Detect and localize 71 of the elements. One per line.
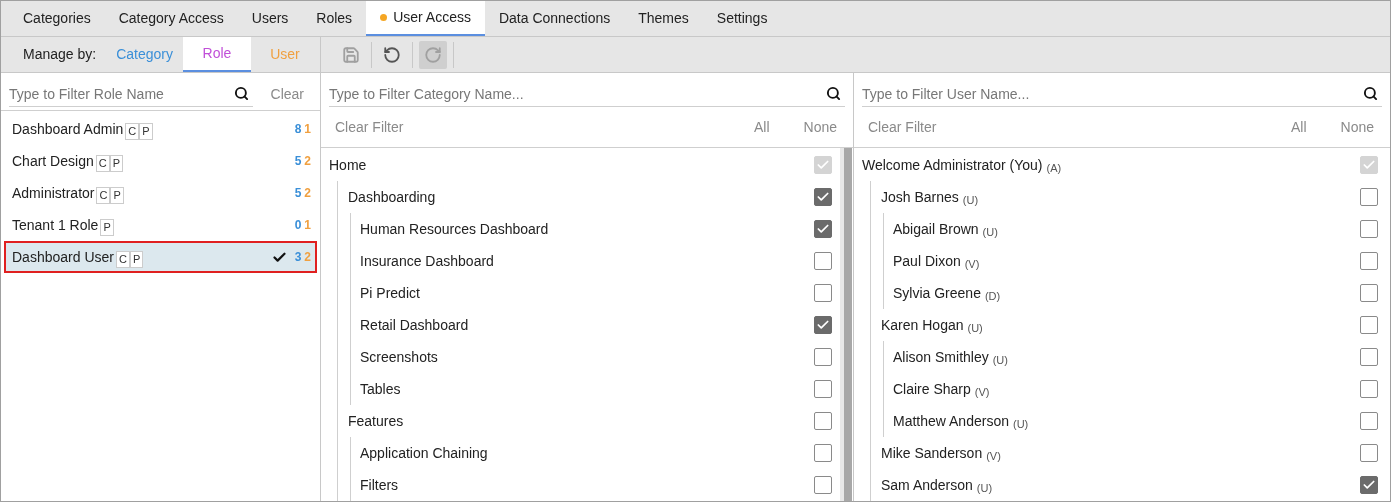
category-count: 5: [294, 185, 302, 202]
manage-by-label: Manage by:: [23, 45, 97, 64]
scrollbar[interactable]: [840, 148, 852, 501]
permission-tag: P: [139, 122, 153, 140]
user-type-label: (V): [986, 448, 1001, 464]
manage-by-tab[interactable]: Role: [183, 37, 251, 72]
select-none-link[interactable]: None: [1340, 116, 1374, 138]
tab[interactable]: Categories: [9, 1, 105, 36]
permission-tag: C: [96, 186, 111, 204]
check-icon: [1362, 158, 1376, 172]
undo-icon: [383, 45, 401, 64]
permission-tag: C: [125, 122, 140, 140]
user-count: 2: [304, 249, 311, 266]
user-count: 1: [304, 121, 311, 138]
user-type-label: (U): [962, 192, 979, 208]
tab[interactable]: Category Access: [104, 1, 238, 36]
role-name: Dashboard Admin: [12, 119, 124, 139]
check-icon: [1362, 478, 1376, 492]
save-icon: [342, 45, 360, 64]
permission-tag: P: [110, 186, 124, 204]
check-icon: [816, 222, 830, 236]
user-type-label: (V): [974, 384, 990, 400]
redo-icon: [424, 45, 442, 64]
role-row[interactable]: Dashboard User C P 3 2: [4, 241, 317, 273]
user-type-label: (U): [982, 224, 998, 240]
user-type-label: (A): [1046, 160, 1062, 176]
search-field[interactable]: Type to Filter Category Name...: [329, 81, 826, 106]
role-row[interactable]: Tenant 1 Role P 0 1: [4, 209, 317, 241]
search-field[interactable]: Type to Filter Role Name: [9, 81, 234, 106]
tab[interactable]: User Access: [366, 1, 485, 36]
category-count: 0: [294, 217, 302, 234]
select-all-link[interactable]: All: [1290, 116, 1307, 138]
check-icon: [816, 158, 830, 172]
role-name: Chart Design: [12, 151, 94, 171]
role-name: Administrator: [12, 183, 95, 203]
role-name: Dashboard User: [12, 247, 114, 267]
category-count: 5: [294, 153, 302, 170]
user-type-label: (V): [964, 256, 980, 272]
tab[interactable]: Users: [237, 1, 303, 36]
clear-button[interactable]: Clear: [270, 83, 304, 105]
search-field[interactable]: Type to Filter User Name...: [862, 81, 1363, 106]
category-count: 8: [294, 121, 302, 138]
search-icon[interactable]: [233, 86, 249, 101]
permission-tag: C: [115, 250, 130, 268]
check-icon: [816, 190, 830, 204]
select-none-link[interactable]: None: [803, 116, 837, 138]
role-name: Tenant 1 Role: [12, 215, 99, 235]
tab[interactable]: Data Connections: [484, 1, 625, 36]
search-icon[interactable]: [1363, 86, 1378, 101]
role-row[interactable]: Chart Design C P 5 2: [4, 145, 317, 177]
tab[interactable]: Settings: [702, 1, 782, 36]
clear-filter-link[interactable]: Clear Filter: [335, 116, 404, 138]
tab[interactable]: Roles: [302, 1, 367, 36]
user-count: 2: [304, 153, 311, 170]
permission-tag: C: [95, 154, 110, 172]
category-count: 3: [294, 249, 302, 266]
user-type-label: (U): [1012, 416, 1029, 432]
user-count: 2: [304, 185, 311, 202]
user-type-label: (U): [992, 352, 1008, 368]
role-row[interactable]: Dashboard Admin C P 8 1: [4, 113, 317, 145]
user-count: 1: [304, 217, 311, 234]
search-icon[interactable]: [826, 86, 841, 101]
clear-filter-link[interactable]: Clear Filter: [868, 116, 937, 138]
permission-tag: P: [100, 218, 114, 236]
user-type-label: (U): [976, 480, 993, 496]
select-all-link[interactable]: All: [753, 116, 770, 138]
role-row[interactable]: Administrator C P 5 2: [4, 177, 317, 209]
user-type-label: (U): [967, 320, 983, 336]
tab[interactable]: Themes: [624, 1, 703, 36]
check-icon: [816, 318, 830, 332]
user-type-label: (D): [984, 288, 1001, 304]
